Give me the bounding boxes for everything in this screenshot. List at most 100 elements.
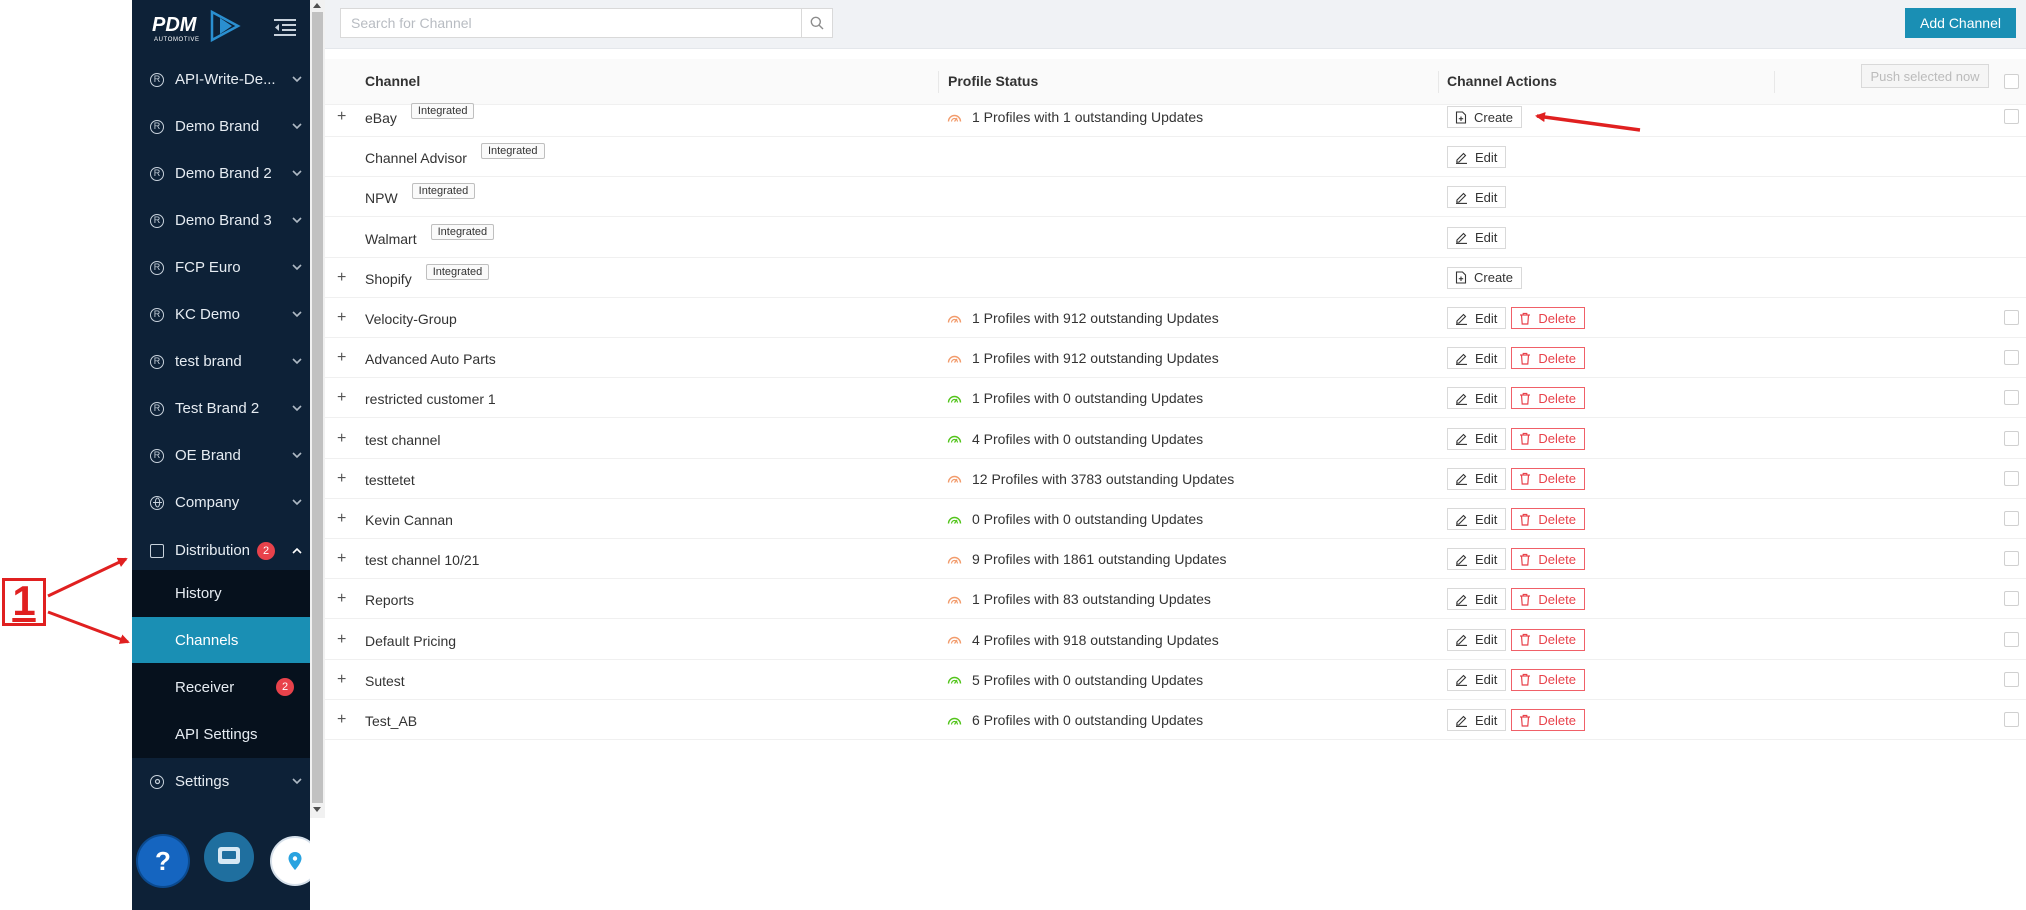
delete-button[interactable]: Delete bbox=[1511, 709, 1585, 731]
select-all-checkbox[interactable] bbox=[2004, 74, 2019, 89]
delete-button[interactable]: Delete bbox=[1511, 628, 1585, 651]
edit-pencil-icon bbox=[1456, 594, 1467, 606]
delete-label: Delete bbox=[1538, 390, 1576, 406]
edit-button[interactable]: Edit bbox=[1447, 347, 1507, 370]
sidebar-item-test-brand-2[interactable]: R Test Brand 2 bbox=[132, 385, 310, 432]
submenu-item-channels[interactable]: Channels bbox=[132, 617, 310, 663]
edit-button[interactable]: Edit bbox=[1447, 588, 1507, 611]
expand-row-icon[interactable]: + bbox=[337, 579, 346, 619]
edit-button[interactable]: Edit bbox=[1447, 467, 1507, 490]
edit-button[interactable]: Edit bbox=[1447, 668, 1507, 691]
delete-button[interactable]: Delete bbox=[1511, 548, 1585, 571]
location-pin-icon bbox=[288, 852, 302, 870]
channel-actions-cell: Edit Delete bbox=[1447, 467, 1590, 490]
profile-status-text: 1 Profiles with 83 outstanding Updates bbox=[972, 591, 1211, 608]
row-select-checkbox[interactable] bbox=[2004, 350, 2019, 366]
expand-row-icon[interactable]: + bbox=[337, 338, 346, 378]
sidebar-item-demo-brand-3[interactable]: R Demo Brand 3 bbox=[132, 197, 310, 244]
sidebar-item-test-brand[interactable]: Rtest brand bbox=[132, 338, 310, 385]
sidebar-item-company[interactable]: Company bbox=[132, 479, 310, 526]
edit-button[interactable]: Edit bbox=[1447, 387, 1507, 410]
delete-button[interactable]: Delete bbox=[1511, 387, 1585, 410]
edit-button[interactable]: Edit bbox=[1447, 146, 1507, 169]
edit-button[interactable]: Edit bbox=[1447, 226, 1507, 249]
expand-row-icon[interactable]: + bbox=[337, 419, 346, 459]
chevron-down-icon bbox=[284, 356, 310, 368]
sidebar-item-settings[interactable]: Settings bbox=[132, 758, 310, 805]
row-select-checkbox[interactable] bbox=[2004, 671, 2019, 687]
channel-actions-cell: Create bbox=[1447, 266, 1527, 289]
expand-row-icon[interactable]: + bbox=[337, 700, 346, 740]
row-select-checkbox[interactable] bbox=[2004, 631, 2019, 647]
expand-row-icon[interactable]: + bbox=[337, 378, 346, 418]
profile-status-cell: 4 Profiles with 918 outstanding Updates bbox=[947, 620, 1219, 660]
toolbar: Add Channel bbox=[325, 0, 2026, 49]
chevron-down-icon bbox=[284, 776, 310, 788]
create-button[interactable]: Create bbox=[1447, 266, 1523, 289]
row-select-checkbox[interactable] bbox=[2004, 712, 2019, 727]
integrated-tag: Integrated bbox=[425, 263, 490, 280]
row-select-checkbox[interactable] bbox=[2004, 430, 2019, 446]
sidebar-item-fcp-euro[interactable]: R FCP Euro bbox=[132, 244, 310, 291]
sidebar-item-label: Demo Brand bbox=[175, 118, 260, 135]
expand-row-icon[interactable]: + bbox=[337, 660, 346, 700]
expand-row-icon[interactable]: + bbox=[337, 620, 346, 660]
edit-label: Edit bbox=[1475, 551, 1498, 567]
sidebar-item-demo-brand[interactable]: R Demo Brand bbox=[132, 103, 310, 150]
channel-actions-cell: Edit Delete bbox=[1447, 427, 1590, 450]
row-select-checkbox[interactable] bbox=[2004, 551, 2019, 567]
submenu-label: History bbox=[175, 584, 222, 602]
chat-button[interactable] bbox=[204, 832, 254, 882]
expand-row-icon[interactable]: + bbox=[337, 97, 346, 137]
submenu-item-history[interactable]: History bbox=[132, 570, 310, 616]
trash-icon bbox=[1520, 312, 1531, 325]
search-button[interactable] bbox=[801, 8, 833, 38]
sidebar-item-demo-brand-2[interactable]: R Demo Brand 2 bbox=[132, 150, 310, 197]
help-button[interactable]: ? bbox=[138, 836, 188, 886]
pdm-logo[interactable]: PDM AUTOMOTIVE bbox=[150, 8, 270, 44]
row-select-checkbox[interactable] bbox=[2004, 109, 2019, 124]
settings-gear-icon bbox=[150, 774, 164, 789]
sidebar-scrollbar[interactable] bbox=[310, 0, 325, 818]
edit-button[interactable]: Edit bbox=[1447, 709, 1507, 731]
delete-button[interactable]: Delete bbox=[1511, 508, 1585, 530]
sidebar-item-api-write-de[interactable]: R API-Write-De... bbox=[132, 56, 310, 103]
expand-row-icon[interactable]: + bbox=[337, 499, 346, 539]
expand-row-icon[interactable]: + bbox=[337, 459, 346, 499]
sidebar-item-oe-brand[interactable]: R OE Brand bbox=[132, 432, 310, 479]
edit-button[interactable]: Edit bbox=[1447, 307, 1507, 329]
edit-button[interactable]: Edit bbox=[1447, 508, 1507, 530]
trash-icon bbox=[1520, 674, 1531, 686]
delete-button[interactable]: Delete bbox=[1511, 307, 1585, 329]
search-input[interactable] bbox=[340, 8, 814, 38]
delete-button[interactable]: Delete bbox=[1511, 668, 1585, 691]
push-selected-now-button[interactable]: Push selected now bbox=[1861, 64, 1989, 88]
edit-button[interactable]: Edit bbox=[1447, 186, 1507, 209]
expand-row-icon[interactable]: + bbox=[337, 298, 346, 338]
row-select-checkbox[interactable] bbox=[2004, 470, 2019, 486]
submenu-item-api-settings[interactable]: API Settings bbox=[132, 711, 310, 757]
scrollbar-thumb[interactable] bbox=[312, 12, 323, 803]
create-button[interactable]: Create bbox=[1447, 106, 1523, 128]
channel-name: Default Pricing bbox=[365, 632, 457, 649]
sidebar-item-distribution[interactable]: Distribution 2 bbox=[132, 527, 310, 574]
channel-actions-cell: Edit Delete bbox=[1447, 307, 1590, 329]
sidebar-item-kc-demo[interactable]: R KC Demo bbox=[132, 291, 310, 338]
delete-button[interactable]: Delete bbox=[1511, 427, 1585, 450]
menu-collapse-icon[interactable] bbox=[274, 18, 296, 36]
edit-button[interactable]: Edit bbox=[1447, 427, 1507, 450]
expand-row-icon[interactable]: + bbox=[337, 258, 346, 298]
row-select-checkbox[interactable] bbox=[2004, 310, 2019, 325]
delete-button[interactable]: Delete bbox=[1511, 347, 1585, 370]
expand-row-icon[interactable]: + bbox=[337, 539, 346, 579]
edit-button[interactable]: Edit bbox=[1447, 628, 1507, 651]
add-channel-button[interactable]: Add Channel bbox=[1905, 8, 2016, 38]
row-select-checkbox[interactable] bbox=[2004, 390, 2019, 406]
submenu-item-receiver[interactable]: Receiver 2 bbox=[132, 664, 310, 710]
row-select-checkbox[interactable] bbox=[2004, 511, 2019, 526]
delete-button[interactable]: Delete bbox=[1511, 588, 1585, 611]
delete-button[interactable]: Delete bbox=[1511, 467, 1585, 490]
row-select-checkbox[interactable] bbox=[2004, 591, 2019, 607]
registered-icon: R bbox=[150, 166, 164, 181]
edit-button[interactable]: Edit bbox=[1447, 548, 1507, 571]
